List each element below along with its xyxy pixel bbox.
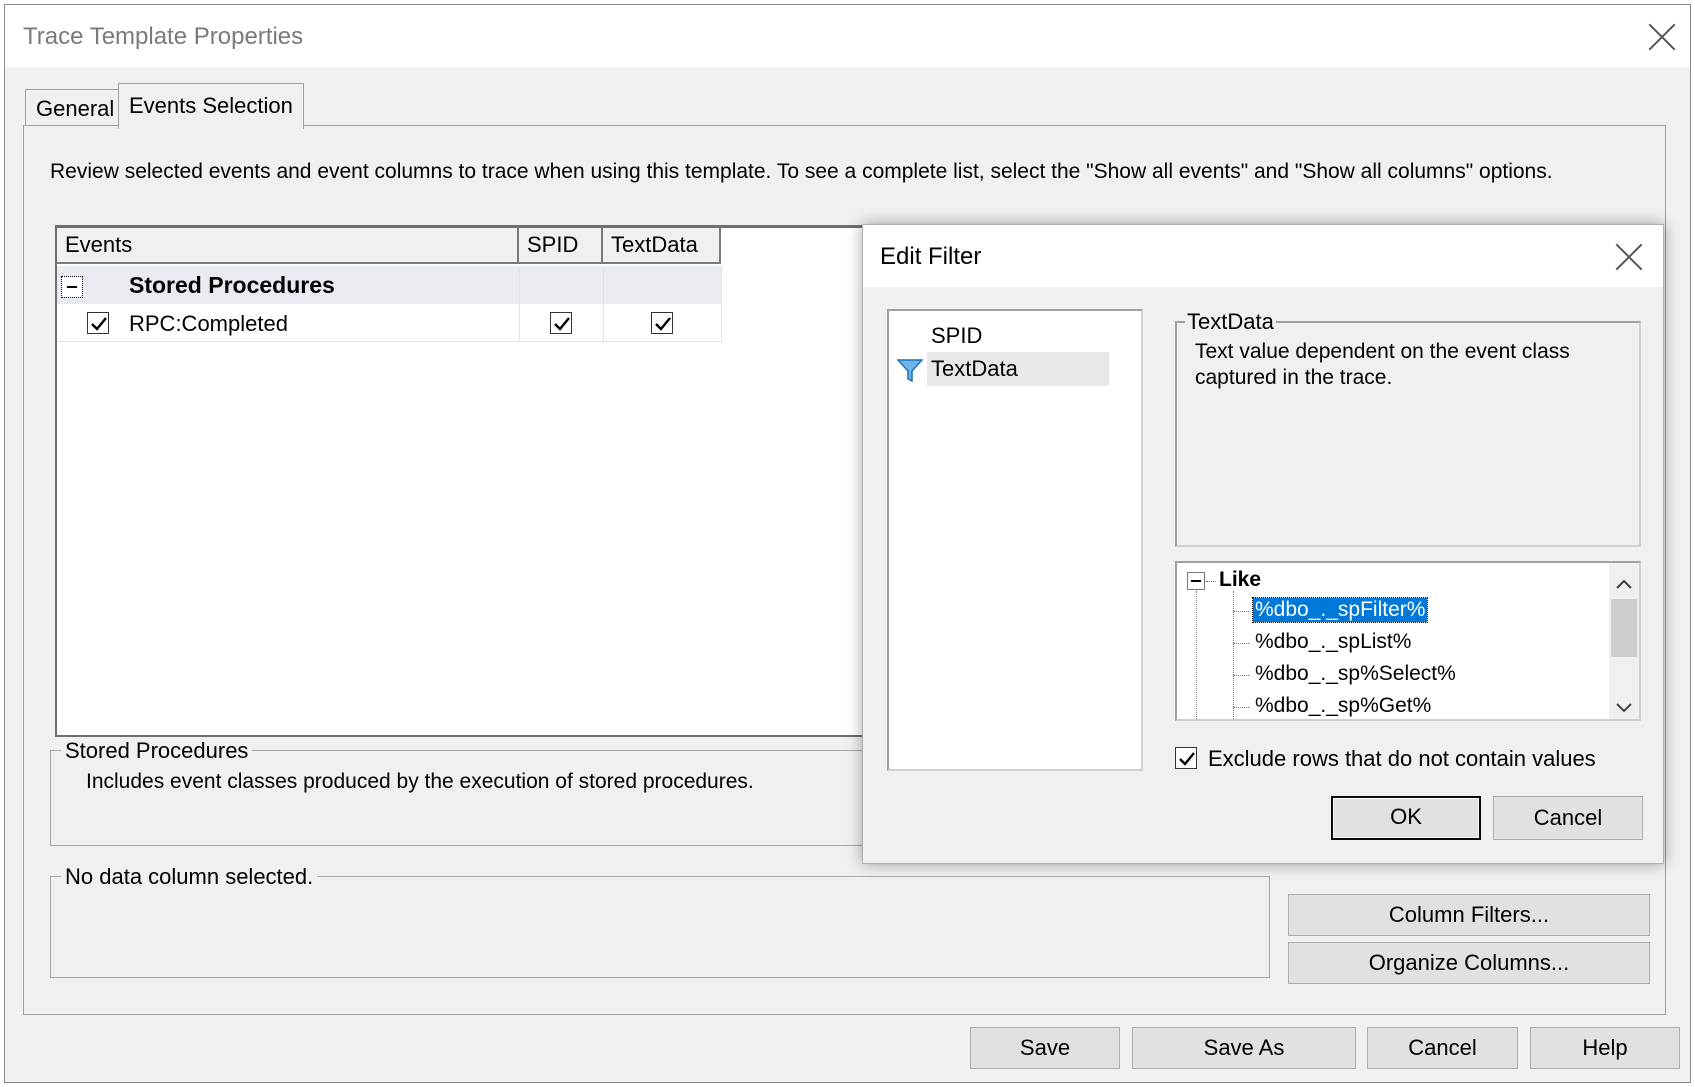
cell-divider	[603, 266, 604, 342]
column-header-events[interactable]: Events	[57, 228, 519, 264]
filter-column-spid[interactable]: SPID	[927, 319, 986, 353]
cell-divider	[721, 266, 722, 342]
chevron-up-icon[interactable]	[1615, 571, 1633, 597]
tree-connector	[1233, 675, 1249, 676]
category-info-description: Includes event classes produced by the e…	[86, 770, 754, 793]
tree-connector	[1206, 581, 1216, 582]
save-as-button[interactable]: Save As	[1132, 1027, 1356, 1069]
filter-value-item[interactable]: %dbo_._spList%	[1255, 630, 1411, 654]
category-label: Stored Procedures	[129, 272, 335, 298]
column-info-group	[50, 876, 1270, 978]
event-row-rpc-completed[interactable]: RPC:Completed	[57, 304, 721, 342]
filter-values-tree[interactable]: Like %dbo_._spFilter% %dbo_._spList% %db…	[1175, 561, 1641, 721]
organize-columns-button[interactable]: Organize Columns...	[1288, 942, 1650, 984]
save-button[interactable]: Save	[970, 1027, 1120, 1069]
tree-connector	[1233, 643, 1249, 644]
exclude-empty-label[interactable]: Exclude rows that do not contain values	[1208, 746, 1596, 772]
textdata-column-checkbox[interactable]	[651, 312, 673, 334]
category-row-stored-procedures[interactable]: Stored Procedures	[57, 266, 721, 304]
tree-operator-like[interactable]: Like	[1219, 568, 1261, 592]
category-info-title: Stored Procedures	[61, 738, 253, 764]
close-icon[interactable]	[1642, 17, 1682, 57]
column-filters-button[interactable]: Column Filters...	[1288, 894, 1650, 936]
cancel-button[interactable]: Cancel	[1367, 1027, 1518, 1069]
ok-button[interactable]: OK	[1331, 796, 1481, 840]
chevron-down-icon[interactable]	[1615, 695, 1633, 719]
spid-column-checkbox[interactable]	[550, 312, 572, 334]
scroll-thumb[interactable]	[1611, 599, 1637, 657]
filter-value-item[interactable]: %dbo_._spFilter%	[1251, 597, 1429, 623]
event-label: RPC:Completed	[129, 311, 288, 336]
filter-funnel-icon	[896, 359, 924, 389]
filter-column-textdata[interactable]: TextData	[927, 352, 1109, 386]
tab-general[interactable]: General	[25, 89, 126, 127]
collapse-icon[interactable]	[1187, 572, 1205, 590]
description-text: Text value dependent on the event class …	[1195, 340, 1570, 389]
dialog-close-icon[interactable]	[1609, 237, 1649, 277]
filter-column-list[interactable]: SPID TextData	[887, 309, 1143, 771]
event-checkbox[interactable]	[87, 312, 109, 334]
column-header-spid[interactable]: SPID	[519, 228, 603, 264]
dialog-title-bar: Edit Filter	[863, 225, 1663, 287]
edit-filter-dialog: Edit Filter SPID TextData TextData Text …	[862, 224, 1664, 864]
description-title: TextData	[1185, 309, 1276, 335]
tab-events-selection[interactable]: Events Selection	[118, 83, 304, 129]
window-title: Trace Template Properties	[23, 23, 304, 50]
intro-text: Review selected events and event columns…	[50, 160, 1553, 183]
collapse-icon[interactable]	[61, 276, 83, 298]
cell-divider	[519, 266, 520, 342]
tree-connector	[1233, 707, 1249, 708]
column-info-title: No data column selected.	[61, 864, 318, 890]
column-header-textdata[interactable]: TextData	[603, 228, 721, 264]
tree-scrollbar[interactable]	[1609, 563, 1639, 719]
tree-connector	[1233, 611, 1249, 612]
title-bar: Trace Template Properties	[5, 5, 1690, 67]
exclude-empty-checkbox[interactable]	[1175, 747, 1197, 769]
dialog-title: Edit Filter	[880, 243, 982, 270]
dialog-cancel-button[interactable]: Cancel	[1493, 796, 1643, 840]
tree-connector	[1196, 591, 1197, 719]
help-button[interactable]: Help	[1530, 1027, 1680, 1069]
filter-value-item[interactable]: %dbo_._sp%Get%	[1255, 694, 1431, 718]
filter-value-item[interactable]: %dbo_._sp%Select%	[1255, 662, 1456, 686]
